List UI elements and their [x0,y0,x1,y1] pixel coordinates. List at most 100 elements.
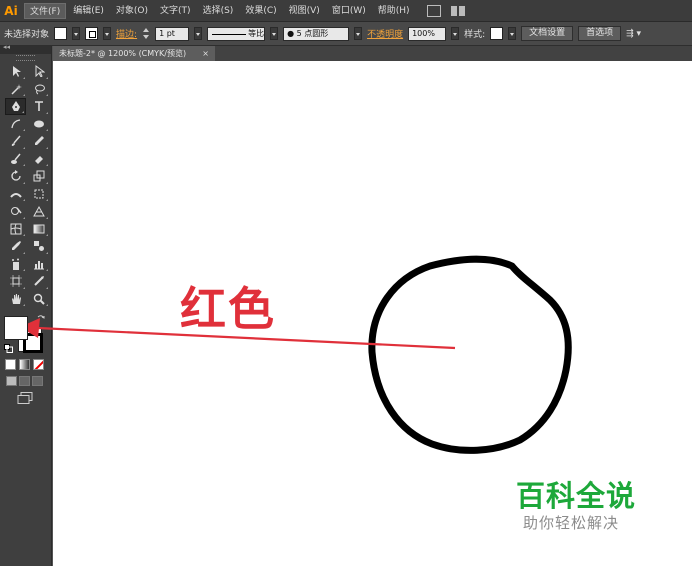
menu-view[interactable]: 视图(V) [284,3,325,19]
panel-menu-icon[interactable]: ⇶ ▾ [626,29,641,39]
ellipse-tool-button[interactable] [28,116,49,133]
drawing-modes [6,376,43,386]
perspective-grid-tool-button[interactable] [28,203,49,220]
profile-dropdown-icon[interactable] [270,27,279,40]
bridge-icon[interactable] [426,4,441,17]
type-tool-button[interactable] [28,98,49,115]
scale-tool-icon [33,170,44,182]
stroke-weight-field[interactable]: 1 pt [155,26,190,41]
perspective-grid-tool-icon [32,206,45,217]
style-dropdown-icon[interactable] [508,27,517,40]
fill-stroke-widget [4,314,48,356]
paintbrush-tool-icon [11,135,21,147]
line-segment-tool-icon [10,119,20,128]
document-setup-button[interactable]: 文档设置 [521,26,574,41]
stroke-weight-dropdown-icon[interactable] [194,27,203,40]
menu-window[interactable]: 窗口(W) [327,3,371,19]
menu-file[interactable]: 文件(F) [24,2,67,19]
magic-wand-tool-icon [10,83,22,95]
fill-color-swatch[interactable] [54,27,68,40]
tools-panel [0,43,52,566]
blob-brush-tool-button[interactable] [5,151,26,168]
menu-help[interactable]: 帮助(H) [373,3,415,19]
selection-status: 未选择对象 [4,30,50,40]
width-tool-icon [9,192,22,198]
stroke-label[interactable]: 描边: [116,27,137,40]
draw-normal-icon[interactable] [6,376,17,386]
fill-dropdown-icon[interactable] [72,27,81,40]
artboard-tool-button[interactable] [5,273,26,290]
ellipse-tool-icon [33,120,44,128]
hand-tool-icon [11,293,21,304]
brush-dropdown-icon[interactable] [354,27,363,40]
panel-grip[interactable] [16,55,35,61]
style-label: 样式: [464,30,486,40]
menu-type[interactable]: 文字(T) [155,3,196,19]
blob-brush-tool-icon [10,153,21,164]
tool-grid [0,63,51,307]
color-mode-icon[interactable] [5,359,16,370]
slice-tool-icon [33,276,44,286]
opacity-label[interactable]: 不透明度 [367,27,403,40]
stroke-dropdown-icon[interactable] [103,27,112,40]
close-tab-icon[interactable]: × [202,46,209,61]
direct-selection-tool-button[interactable] [28,63,49,80]
eyedropper-tool-button[interactable] [5,238,26,255]
line-segment-tool-button[interactable] [5,116,26,133]
scale-tool-button[interactable] [28,168,49,185]
width-tool-button[interactable] [5,186,26,203]
collapse-panel-icon[interactable] [0,43,51,54]
column-graph-tool-button[interactable] [28,256,49,273]
graphic-style-swatch[interactable] [490,27,504,40]
menu-select[interactable]: 选择(S) [198,3,239,19]
arrange-documents-icon[interactable] [450,5,471,17]
opacity-dropdown-icon[interactable] [451,27,460,40]
selection-tool-button[interactable] [5,63,26,80]
stroke-color-swatch[interactable] [85,27,99,40]
document-tab[interactable]: 未标题-2* @ 1200% (CMYK/预览) × [53,46,215,61]
watermark-subtitle: 助你轻松解决 [523,514,620,532]
fill-swatch[interactable] [4,316,28,340]
draw-behind-icon[interactable] [19,376,30,386]
control-bar: 未选择对象 描边: 1 pt 等比 ● 5 点圆形 不透明度 100% 样式: … [0,22,692,46]
pencil-tool-button[interactable] [28,133,49,150]
opacity-field[interactable]: 100% [408,26,447,41]
eraser-tool-button[interactable] [28,151,49,168]
preferences-button[interactable]: 首选项 [578,26,622,41]
eyedropper-tool-icon [11,241,21,251]
gradient-mode-icon[interactable] [19,359,30,370]
gradient-tool-icon [33,224,44,234]
menu-effect[interactable]: 效果(C) [240,3,281,19]
free-transform-tool-icon [34,189,43,199]
blend-tool-button[interactable] [28,238,49,255]
gradient-tool-button[interactable] [28,221,49,238]
color-mode-row [5,359,44,370]
symbol-sprayer-tool-button[interactable] [5,256,26,273]
lasso-tool-icon [34,84,45,95]
paintbrush-tool-button[interactable] [5,133,26,150]
lasso-tool-button[interactable] [28,81,49,98]
free-transform-tool-button[interactable] [28,186,49,203]
shape-builder-tool-button[interactable] [5,203,26,220]
rotate-tool-button[interactable] [5,168,26,185]
menu-edit[interactable]: 编辑(E) [68,3,109,19]
rotate-tool-icon [10,170,21,181]
hand-tool-button[interactable] [5,291,26,308]
mesh-tool-button[interactable] [5,221,26,238]
brush-definition[interactable]: ● 5 点圆形 [283,26,350,41]
none-mode-icon[interactable] [33,359,44,370]
slice-tool-button[interactable] [28,273,49,290]
menu-object[interactable]: 对象(O) [111,3,153,19]
direct-selection-tool-icon [35,65,45,78]
column-graph-tool-icon [33,260,44,270]
blend-tool-icon [33,241,44,252]
stroke-weight-spinner-icon[interactable] [142,27,150,40]
default-fill-stroke-icon[interactable] [4,344,13,353]
zoom-tool-button[interactable] [28,291,49,308]
draw-inside-icon[interactable] [32,376,43,386]
pen-tool-button[interactable] [5,98,26,115]
variable-width-profile[interactable]: 等比 [207,26,266,41]
screen-mode-icon[interactable] [17,392,33,404]
magic-wand-tool-button[interactable] [5,81,26,98]
swap-fill-stroke-icon[interactable] [36,314,46,324]
